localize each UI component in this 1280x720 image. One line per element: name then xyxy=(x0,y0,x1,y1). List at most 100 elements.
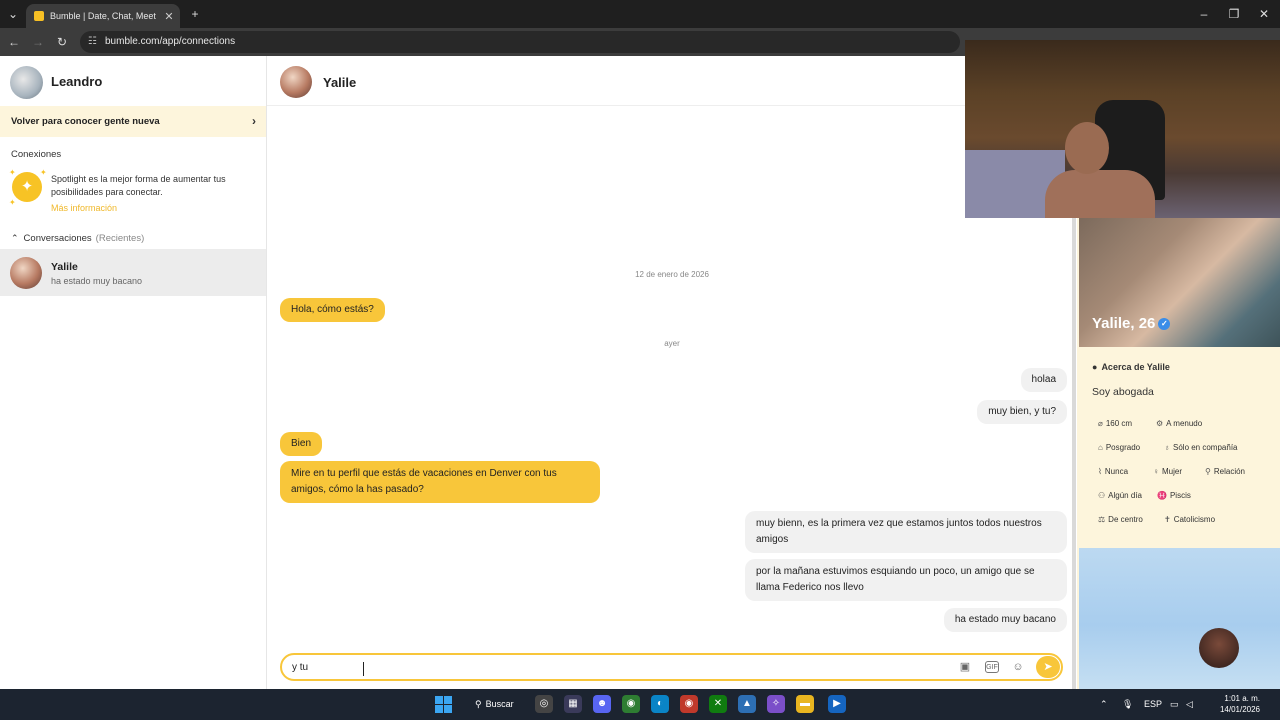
windows-taskbar: ⚲ Buscar ◎ ▦ ☻ ◉ ◐ ◉ ✕ ▲ ✧ ▬ ▶ ⌃ 🎙 ESP ▭ … xyxy=(0,689,1280,720)
url-text: bumble.com/app/connections xyxy=(105,36,236,47)
clock-date: 14/01/2026 xyxy=(1219,705,1260,714)
clock-time: 1:01 a. m. xyxy=(1224,694,1260,703)
message-bubble-outgoing: por la mañana estuvimos esquiando un poc… xyxy=(745,559,1067,601)
app-icon[interactable]: ◎ xyxy=(535,695,553,713)
site-info-icon[interactable]: ☷ xyxy=(88,31,97,53)
user-avatar[interactable] xyxy=(10,66,43,99)
conversations-filter: (Recientes) xyxy=(95,233,145,244)
microphone-icon[interactable]: 🎙 xyxy=(1122,689,1133,720)
maximize-icon[interactable]: ❐ xyxy=(1225,4,1243,24)
send-button[interactable]: ➤ xyxy=(1036,656,1060,678)
baby-icon: ⚇ xyxy=(1098,491,1106,500)
bumble-favicon-icon xyxy=(34,11,44,21)
chat-header: Yalile xyxy=(267,56,1077,106)
search-icon: ⚲ xyxy=(475,699,482,709)
app-icon[interactable]: ▦ xyxy=(564,695,582,713)
sparkle-icon: ✦ xyxy=(40,168,47,177)
message-bubble-outgoing: muy bien, y tu? xyxy=(977,400,1067,424)
browser-tab[interactable]: Bumble | Date, Chat, Meet New ✕ xyxy=(26,4,180,28)
profile-photo[interactable]: Yalile, 26 ✓ xyxy=(1079,218,1280,347)
politics-icon: ⚖ xyxy=(1098,515,1106,524)
back-to-discover-link[interactable]: Volver para conocer gente nueva › xyxy=(0,106,266,137)
language-indicator[interactable]: ESP xyxy=(1144,689,1162,720)
chat-partner-name[interactable]: Yalile xyxy=(323,75,356,90)
search-icon: ⚲ xyxy=(1205,467,1211,476)
text-cursor-icon xyxy=(363,662,366,676)
back-icon[interactable]: ← xyxy=(4,32,24,52)
spotlight-more-link[interactable]: Más información xyxy=(51,203,117,213)
profile-chip: ♁ Sólo en compañía xyxy=(1164,443,1238,452)
ruler-icon: ⌀ xyxy=(1098,419,1103,428)
windows-start-icon[interactable] xyxy=(435,696,452,713)
copilot-icon[interactable]: ✧ xyxy=(767,695,785,713)
url-field[interactable]: ☷ bumble.com/app/connections xyxy=(80,31,960,53)
chat-partner-avatar[interactable] xyxy=(280,66,312,98)
edge-icon[interactable]: ◐ xyxy=(651,695,669,713)
smoking-icon: ⌇ xyxy=(1098,467,1102,476)
minimize-icon[interactable]: – xyxy=(1195,4,1213,24)
tray-expand-icon[interactable]: ⌃ xyxy=(1100,689,1108,720)
volume-icon[interactable]: ◁ xyxy=(1186,689,1193,720)
profile-chip: ⚖ De centro xyxy=(1098,515,1143,524)
webcam-person-body xyxy=(1045,170,1155,218)
photos-icon[interactable]: ▲ xyxy=(738,695,756,713)
image-icon[interactable]: ▣ xyxy=(958,660,972,674)
tab-search-icon[interactable]: ⌄ xyxy=(4,4,22,24)
chevron-right-icon: › xyxy=(252,114,256,128)
app-icon[interactable]: ▶ xyxy=(828,695,846,713)
profile-name-age: Yalile, 26 ✓ xyxy=(1092,315,1171,332)
zodiac-icon: ♓ xyxy=(1157,491,1167,500)
profile-chip: ✝ Catolicismo xyxy=(1164,515,1216,524)
graduation-icon: ⌂ xyxy=(1098,443,1103,452)
photo-person xyxy=(1199,628,1239,668)
taskbar-clock[interactable]: 1:01 a. m. 14/01/2026 xyxy=(1204,693,1260,715)
discord-icon[interactable]: ☻ xyxy=(593,695,611,713)
message-bubble-outgoing: muy bienn, es la primera vez que estamos… xyxy=(745,511,1067,553)
file-explorer-icon[interactable]: ▬ xyxy=(796,695,814,713)
chrome-icon[interactable]: ◉ xyxy=(622,695,640,713)
exercise-icon: ⚙ xyxy=(1156,419,1164,428)
conversations-heading[interactable]: ⌃ Conversaciones (Recientes) xyxy=(11,233,144,244)
chat-panel: Yalile 12 de enero de 2026 Hola, cómo es… xyxy=(267,56,1077,702)
chrome-profile-icon[interactable]: ◉ xyxy=(680,695,698,713)
tab-title: Bumble | Date, Chat, Meet New xyxy=(50,11,156,21)
profile-photo[interactable] xyxy=(1079,548,1280,689)
user-name[interactable]: Leandro xyxy=(51,74,102,89)
profile-chip: ♀ Mujer xyxy=(1153,467,1183,476)
tab-close-icon[interactable]: ✕ xyxy=(162,10,176,23)
connections-heading: Conexiones xyxy=(11,149,62,160)
message-bubble-incoming: Mire en tu perfil que estás de vacacione… xyxy=(280,461,600,503)
profile-chip: ⌂ Posgrado xyxy=(1098,443,1141,452)
xbox-icon[interactable]: ✕ xyxy=(709,695,727,713)
about-text: Soy abogada xyxy=(1092,386,1154,398)
back-link-label: Volver para conocer gente nueva xyxy=(11,116,160,127)
window-close-icon[interactable]: ✕ xyxy=(1255,4,1273,24)
reload-icon[interactable]: ↻ xyxy=(52,32,72,52)
message-bubble-incoming: Hola, cómo estás? xyxy=(280,298,385,322)
date-separator: ayer xyxy=(664,339,680,348)
taskbar-search-button[interactable]: ⚲ Buscar xyxy=(465,693,525,715)
profile-chip: ⚇ Algún día xyxy=(1098,491,1142,500)
message-input[interactable] xyxy=(292,658,932,676)
emoji-icon[interactable]: ☺ xyxy=(1011,660,1025,674)
gender-icon: ♀ xyxy=(1153,467,1159,476)
about-icon: ● xyxy=(1092,362,1098,372)
new-tab-icon[interactable]: + xyxy=(186,4,204,24)
webcam-person-head xyxy=(1065,122,1109,174)
gif-icon[interactable]: GIF xyxy=(985,661,999,673)
message-bubble-outgoing: holaa xyxy=(1020,368,1067,392)
conversations-label: Conversaciones xyxy=(23,233,92,244)
profile-chip: ⌇ Nunca xyxy=(1098,467,1129,476)
about-heading: ● Acerca de Yalile xyxy=(1092,362,1170,372)
network-icon[interactable]: ▭ xyxy=(1170,689,1179,720)
verified-icon: ✓ xyxy=(1158,318,1171,330)
profile-chip: ♓ Piscis xyxy=(1157,491,1191,500)
spotlight-text: Spotlight es la mejor forma de aumentar … xyxy=(51,174,226,197)
forward-icon[interactable]: → xyxy=(28,32,48,52)
conversation-avatar xyxy=(10,257,42,289)
collapse-chevron-icon: ⌃ xyxy=(11,233,19,243)
conversation-item[interactable]: Yalile ha estado muy bacano xyxy=(0,249,266,296)
conversation-preview: ha estado muy bacano xyxy=(51,276,143,286)
spotlight-icon: ✦ xyxy=(12,172,42,202)
message-bubble-incoming: Bien xyxy=(280,432,323,456)
